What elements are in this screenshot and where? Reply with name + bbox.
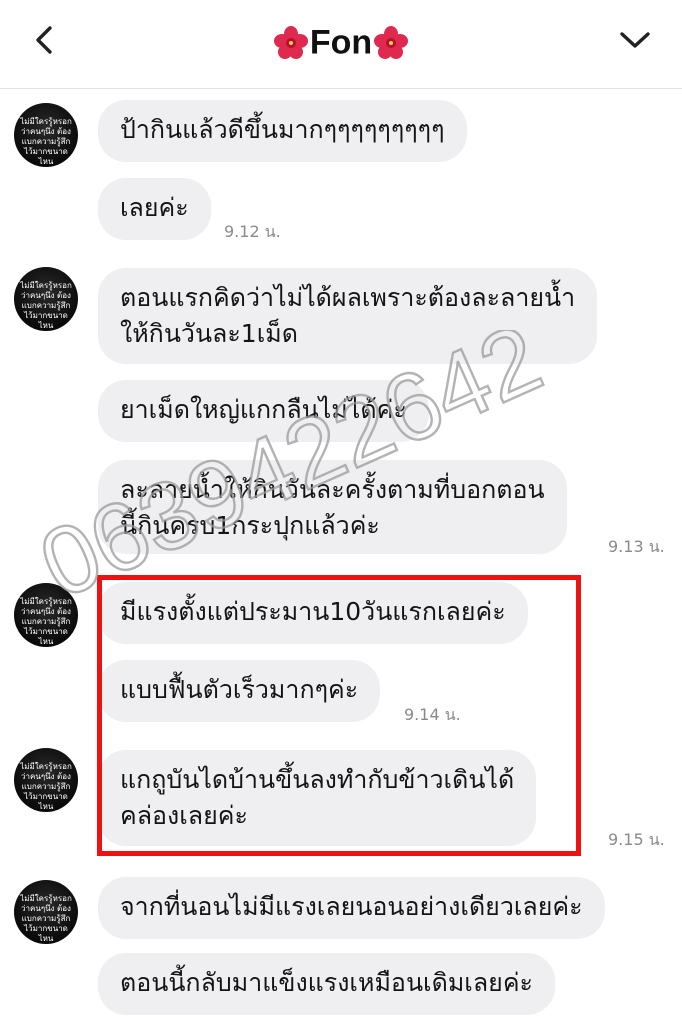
- message-bubble[interactable]: ละลายน้ำให้กินวันละครั้งตามที่บอกตอน นี้…: [98, 460, 567, 554]
- message-text: จากที่นอนไม่มีแรงเลยนอนอย่างเดียวเลยค่ะ: [120, 892, 583, 921]
- avatar-text: ไม่มีใครรู้หรอก ว่าคนๆนึง ต้องแบกความรู้…: [20, 894, 72, 943]
- avatar[interactable]: ไม่มีใครรู้หรอก ว่าคนๆนึง ต้องแบกความรู้…: [14, 880, 78, 944]
- message-bubble[interactable]: ยาเม็ดใหญ่แกกลืนไม่ได้ค่ะ: [98, 380, 429, 442]
- hibiscus-icon: [374, 26, 409, 60]
- message-text: ป้ากินแล้วดีขึ้นมากๆๆๆๆๆๆๆๆๆ: [120, 115, 445, 144]
- message-text: ยาเม็ดใหญ่แกกลืนไม่ได้ค่ะ: [120, 395, 407, 424]
- message-bubble[interactable]: จากที่นอนไม่มีแรงเลยนอนอย่างเดียวเลยค่ะ: [98, 877, 605, 939]
- message-bubble[interactable]: ตอนนี้กลับมาแข็งแรงเหมือนเดิมเลยค่ะ: [98, 953, 555, 1015]
- message-timestamp: 9.13 น.: [608, 537, 665, 556]
- chat-title: Fon: [0, 22, 682, 63]
- message-timestamp: 9.12 น.: [224, 222, 281, 241]
- hibiscus-icon: [273, 26, 308, 60]
- message-bubble[interactable]: ตอนแรกคิดว่าไม่ได้ผลเพราะต้องละลายน้ำ ให…: [98, 268, 598, 364]
- highlight-box: [97, 575, 581, 856]
- avatar[interactable]: ไม่มีใครรู้หรอก ว่าคนๆนึง ต้องแบกความรู้…: [14, 267, 78, 331]
- avatar[interactable]: ไม่มีใครรู้หรอก ว่าคนๆนึง ต้องแบกความรู้…: [14, 583, 78, 647]
- message-line: นี้กินครบ1กระปุกแล้วค่ะ: [120, 511, 380, 540]
- message-line: ตอนแรกคิดว่าไม่ได้ผลเพราะต้องละลายน้ำ: [120, 283, 576, 312]
- chevron-down-icon[interactable]: [618, 28, 652, 52]
- avatar[interactable]: ไม่มีใครรู้หรอก ว่าคนๆนึง ต้องแบกความรู้…: [14, 103, 78, 167]
- message-bubble[interactable]: ป้ากินแล้วดีขึ้นมากๆๆๆๆๆๆๆๆๆ: [98, 100, 467, 162]
- message-bubble[interactable]: เลยค่ะ: [98, 178, 211, 240]
- message-timestamp: 9.15 น.: [608, 830, 665, 849]
- avatar-text: ไม่มีใครรู้หรอก ว่าคนๆนึง ต้องแบกความรู้…: [20, 117, 72, 166]
- avatar[interactable]: ไม่มีใครรู้หรอก ว่าคนๆนึง ต้องแบกความรู้…: [14, 748, 78, 812]
- avatar-text: ไม่มีใครรู้หรอก ว่าคนๆนึง ต้องแบกความรู้…: [20, 597, 72, 646]
- avatar-text: ไม่มีใครรู้หรอก ว่าคนๆนึง ต้องแบกความรู้…: [20, 762, 72, 811]
- avatar-text: ไม่มีใครรู้หรอก ว่าคนๆนึง ต้องแบกความรู้…: [20, 281, 72, 330]
- message-text: ตอนนี้กลับมาแข็งแรงเหมือนเดิมเลยค่ะ: [120, 968, 533, 997]
- contact-name: Fon: [309, 23, 373, 62]
- message-line: ละลายน้ำให้กินวันละครั้งตามที่บอกตอน: [120, 475, 545, 504]
- message-text: เลยค่ะ: [120, 193, 189, 222]
- chat-header: Fon: [0, 0, 682, 89]
- message-line: ให้กินวันละ1เม็ด: [120, 319, 298, 348]
